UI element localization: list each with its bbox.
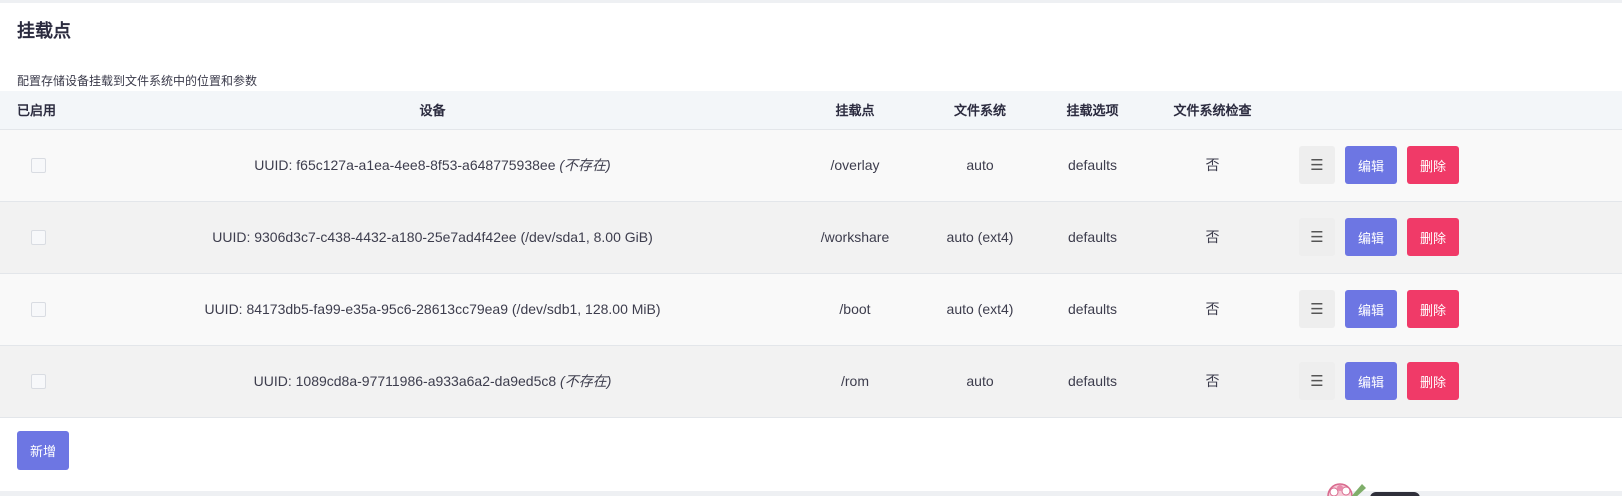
filesystem-cell: auto (ext4) bbox=[946, 229, 1014, 245]
mount-points-page: 挂载点 配置存储设备挂载到文件系统中的位置和参数 已启用 设备 挂载点 文件系统… bbox=[0, 0, 1622, 496]
table-row: UUID: 1089cd8a-97711986-a933a6a2-da9ed5c… bbox=[0, 345, 1622, 417]
enabled-cell bbox=[0, 201, 80, 273]
flower-mascot-icon bbox=[1322, 478, 1432, 496]
enabled-checkbox[interactable] bbox=[31, 302, 46, 318]
enabled-checkbox[interactable] bbox=[31, 158, 46, 174]
fsck-cell: 否 bbox=[1205, 373, 1220, 389]
mountpoint-cell: /overlay bbox=[830, 157, 880, 173]
section-title: 挂载点 bbox=[17, 21, 71, 41]
edit-button[interactable]: 编辑 bbox=[1345, 290, 1397, 328]
header-device: 设备 bbox=[80, 91, 785, 130]
enabled-checkbox[interactable] bbox=[31, 230, 46, 246]
drag-handle-icon[interactable]: ☰ bbox=[1299, 290, 1335, 328]
device-note: (不存在) bbox=[560, 373, 612, 389]
header-options: 挂载选项 bbox=[1035, 91, 1150, 130]
delete-button[interactable]: 删除 bbox=[1407, 146, 1459, 184]
filesystem-cell: auto (ext4) bbox=[946, 301, 1014, 317]
section-description: 配置存储设备挂载到文件系统中的位置和参数 bbox=[17, 74, 258, 88]
device-text: UUID: 84173db5-fa99-e35a-95c6-28613cc79e… bbox=[204, 301, 661, 317]
fsck-cell: 否 bbox=[1205, 157, 1220, 173]
drag-handle-icon[interactable]: ☰ bbox=[1299, 218, 1335, 256]
mountpoint-cell: /boot bbox=[839, 301, 871, 317]
fsck-cell: 否 bbox=[1205, 229, 1220, 245]
header-enabled: 已启用 bbox=[0, 91, 80, 130]
device-note: (不存在) bbox=[559, 157, 611, 173]
actions-cell: ☰ 编辑 删除 bbox=[1275, 273, 1622, 345]
device-cell: UUID: 9306d3c7-c438-4432-a180-25e7ad4f42… bbox=[80, 201, 785, 273]
options-cell: defaults bbox=[1067, 229, 1118, 245]
header-actions bbox=[1275, 91, 1622, 130]
drag-handle-icon[interactable]: ☰ bbox=[1299, 362, 1335, 400]
device-cell: UUID: f65c127a-a1ea-4ee8-8f53-a648775938… bbox=[80, 129, 785, 201]
device-text: UUID: 1089cd8a-97711986-a933a6a2-da9ed5c… bbox=[253, 373, 557, 389]
edit-button[interactable]: 编辑 bbox=[1345, 146, 1397, 184]
delete-button[interactable]: 删除 bbox=[1407, 218, 1459, 256]
mountpoint-cell: /rom bbox=[841, 373, 869, 389]
enabled-cell bbox=[0, 345, 80, 417]
actions-cell: ☰ 编辑 删除 bbox=[1275, 345, 1622, 417]
edit-button[interactable]: 编辑 bbox=[1345, 218, 1397, 256]
delete-button[interactable]: 删除 bbox=[1407, 362, 1459, 400]
actions-cell: ☰ 编辑 删除 bbox=[1275, 129, 1622, 201]
header-fsck: 文件系统检查 bbox=[1150, 91, 1275, 130]
table-row: UUID: 84173db5-fa99-e35a-95c6-28613cc79e… bbox=[0, 273, 1622, 345]
enabled-cell bbox=[0, 129, 80, 201]
add-button[interactable]: 新增 bbox=[17, 431, 69, 470]
filesystem-cell: auto bbox=[966, 373, 994, 389]
actions-cell: ☰ 编辑 删除 bbox=[1275, 201, 1622, 273]
table-row: UUID: 9306d3c7-c438-4432-a180-25e7ad4f42… bbox=[0, 201, 1622, 273]
drag-handle-icon[interactable]: ☰ bbox=[1299, 146, 1335, 184]
fsck-cell: 否 bbox=[1205, 301, 1220, 317]
device-cell: UUID: 1089cd8a-97711986-a933a6a2-da9ed5c… bbox=[80, 345, 785, 417]
header-mountpoint: 挂载点 bbox=[785, 91, 925, 130]
options-cell: defaults bbox=[1067, 301, 1118, 317]
device-text: UUID: 9306d3c7-c438-4432-a180-25e7ad4f42… bbox=[212, 229, 653, 245]
table-header-row: 已启用 设备 挂载点 文件系统 挂载选项 文件系统检查 bbox=[0, 91, 1622, 130]
delete-button[interactable]: 删除 bbox=[1407, 290, 1459, 328]
device-cell: UUID: 84173db5-fa99-e35a-95c6-28613cc79e… bbox=[80, 273, 785, 345]
edit-button[interactable]: 编辑 bbox=[1345, 362, 1397, 400]
options-cell: defaults bbox=[1067, 157, 1118, 173]
mountpoint-cell: /workshare bbox=[820, 229, 890, 245]
mount-points-table: 已启用 设备 挂载点 文件系统 挂载选项 文件系统检查 UUID: f65c12… bbox=[0, 91, 1622, 418]
enabled-cell bbox=[0, 273, 80, 345]
header-filesystem: 文件系统 bbox=[925, 91, 1035, 130]
options-cell: defaults bbox=[1067, 373, 1118, 389]
enabled-checkbox[interactable] bbox=[31, 374, 46, 390]
filesystem-cell: auto bbox=[966, 157, 994, 173]
device-text: UUID: f65c127a-a1ea-4ee8-8f53-a648775938… bbox=[254, 157, 556, 173]
table-row: UUID: f65c127a-a1ea-4ee8-8f53-a648775938… bbox=[0, 129, 1622, 201]
